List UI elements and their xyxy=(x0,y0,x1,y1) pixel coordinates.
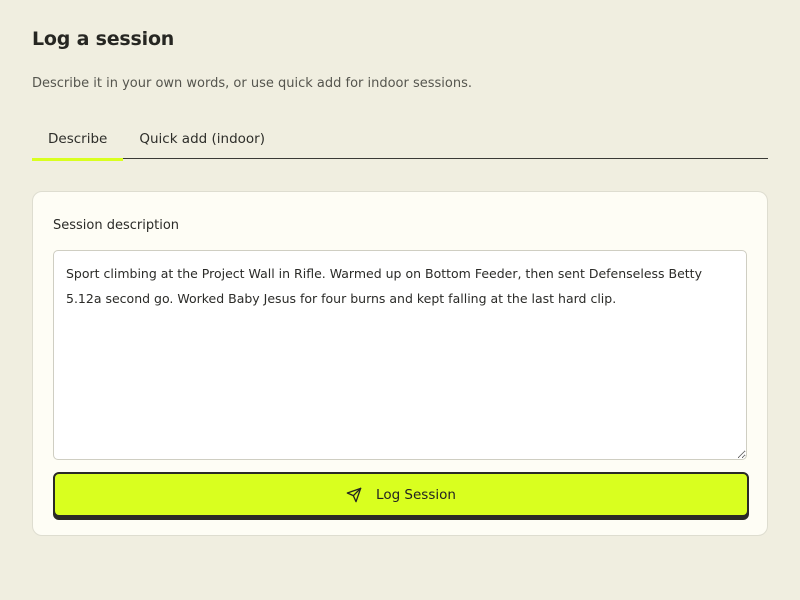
log-session-button[interactable]: Log Session xyxy=(53,472,749,517)
session-description-input[interactable]: Sport climbing at the Project Wall in Ri… xyxy=(53,250,747,460)
session-form-card: Session description Sport climbing at th… xyxy=(32,191,768,536)
page: Log a session Describe it in your own wo… xyxy=(0,0,800,600)
tab-bar: Describe Quick add (indoor) xyxy=(32,118,768,161)
tab-describe[interactable]: Describe xyxy=(32,118,124,161)
page-title: Log a session xyxy=(32,28,175,50)
send-icon xyxy=(346,487,362,503)
tab-quick-add-indoor[interactable]: Quick add (indoor) xyxy=(123,118,281,159)
page-subtitle: Describe it in your own words, or use qu… xyxy=(32,76,473,91)
log-session-button-label: Log Session xyxy=(376,486,456,503)
session-description-label: Session description xyxy=(53,218,180,233)
